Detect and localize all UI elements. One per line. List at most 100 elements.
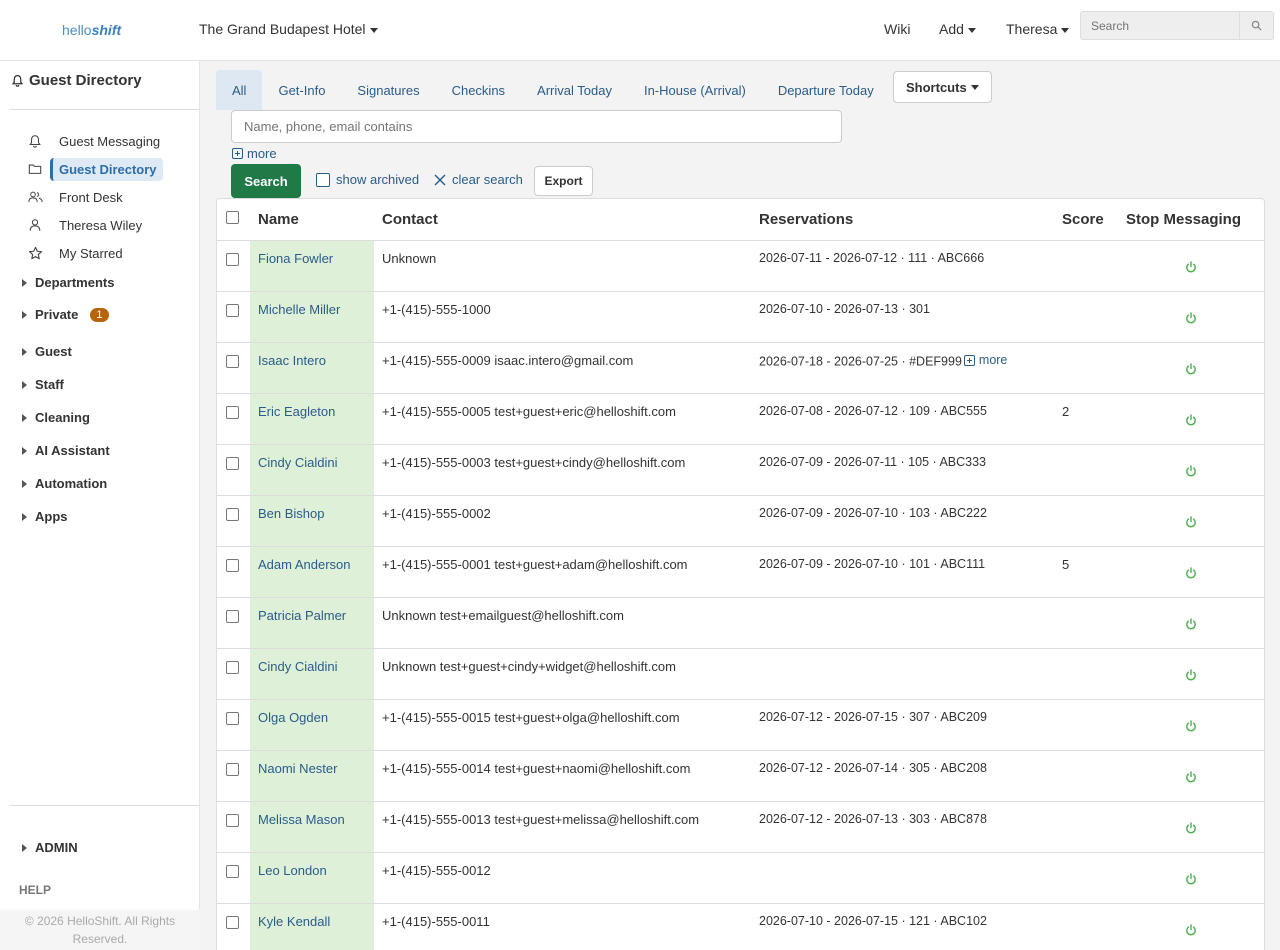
more-filters-link[interactable]: more <box>232 146 277 161</box>
tab-all[interactable]: All <box>216 70 263 110</box>
tab-checkins[interactable]: Checkins <box>436 70 521 110</box>
table-row: Fiona Fowler Unknown 2026-07-11 - 2026-07-… <box>217 241 1264 292</box>
row-checkbox[interactable] <box>226 355 239 368</box>
guest-name-link[interactable]: Leo London <box>258 863 327 878</box>
guest-contact: +1-(415)-555-0005 test+guest+eric@hellos… <box>382 404 676 419</box>
row-checkbox[interactable] <box>226 406 239 419</box>
guest-name-link[interactable]: Eric Eagleton <box>258 404 335 419</box>
clear-search-link[interactable]: clear search <box>434 172 523 187</box>
name-cell-bg <box>250 751 374 801</box>
sidebar-item-guest-directory[interactable]: Guest Directory <box>27 157 163 181</box>
sidebar-group-admin[interactable]: ADMIN <box>22 840 78 855</box>
power-icon[interactable] <box>1185 465 1197 477</box>
column-header-contact[interactable]: Contact <box>382 211 438 228</box>
row-checkbox[interactable] <box>226 304 239 317</box>
select-all-checkbox[interactable] <box>226 211 239 224</box>
users-icon <box>27 191 43 203</box>
sidebar-group-private[interactable]: Private 1 <box>22 307 109 322</box>
name-cell-bg <box>250 292 374 342</box>
show-archived-checkbox[interactable]: show archived <box>316 172 419 187</box>
user-dropdown[interactable]: Theresa <box>1006 21 1070 37</box>
add-dropdown[interactable]: Add <box>939 21 976 37</box>
guest-name-link[interactable]: Patricia Palmer <box>258 608 346 623</box>
sidebar-group-guest[interactable]: Guest <box>22 344 72 359</box>
power-icon[interactable] <box>1185 618 1197 630</box>
guest-name-link[interactable]: Adam Anderson <box>258 557 351 572</box>
guest-name-link[interactable]: Melissa Mason <box>258 812 345 827</box>
power-icon[interactable] <box>1185 669 1197 681</box>
sidebar-item-guest-messaging[interactable]: Guest Messaging <box>27 129 168 153</box>
row-checkbox[interactable] <box>226 610 239 623</box>
row-checkbox[interactable] <box>226 712 239 725</box>
guest-name-link[interactable]: Cindy Cialdini <box>258 659 337 674</box>
sidebar-item-my-starred[interactable]: My Starred <box>27 241 131 265</box>
row-checkbox[interactable] <box>226 763 239 776</box>
reservation-more-link[interactable]: more <box>963 353 1007 367</box>
guest-name-link[interactable]: Naomi Nester <box>258 761 337 776</box>
guest-name-link[interactable]: Fiona Fowler <box>258 251 333 266</box>
logo[interactable]: helloshift <box>62 22 121 38</box>
row-checkbox[interactable] <box>226 916 239 929</box>
power-icon[interactable] <box>1185 414 1197 426</box>
row-checkbox[interactable] <box>226 814 239 827</box>
row-checkbox[interactable] <box>226 508 239 521</box>
power-icon[interactable] <box>1185 261 1197 273</box>
export-button[interactable]: Export <box>534 166 593 196</box>
shortcuts-dropdown[interactable]: Shortcuts <box>893 71 992 103</box>
power-icon[interactable] <box>1185 516 1197 528</box>
power-icon[interactable] <box>1185 720 1197 732</box>
power-icon[interactable] <box>1185 363 1197 375</box>
guest-contact: +1-(415)-555-0013 test+guest+melissa@hel… <box>382 812 700 827</box>
guest-contact: +1-(415)-555-0015 test+guest+olga@hellos… <box>382 710 680 725</box>
column-header-reservations[interactable]: Reservations <box>759 211 853 228</box>
column-header-name[interactable]: Name <box>258 211 299 228</box>
guest-name-link[interactable]: Ben Bishop <box>258 506 325 521</box>
power-icon[interactable] <box>1185 567 1197 579</box>
sidebar-group-apps[interactable]: Apps <box>22 509 68 524</box>
power-icon[interactable] <box>1185 822 1197 834</box>
tab-departure-today[interactable]: Departure Today <box>762 70 890 110</box>
sidebar-item-front-desk[interactable]: Front Desk <box>27 185 131 209</box>
row-checkbox[interactable] <box>226 457 239 470</box>
power-icon[interactable] <box>1185 924 1197 936</box>
user-icon <box>29 219 41 231</box>
row-checkbox[interactable] <box>226 865 239 878</box>
guest-name-link[interactable]: Isaac Intero <box>258 353 326 368</box>
sidebar-group-automation[interactable]: Automation <box>22 476 107 491</box>
guest-name-link[interactable]: Michelle Miller <box>258 302 340 317</box>
hotel-dropdown[interactable]: The Grand Budapest Hotel <box>199 21 378 37</box>
table-row: Cindy Cialdini +1-(415)-555-0003 test+gue… <box>217 445 1264 496</box>
table-row: Adam Anderson +1-(415)-555-0001 test+gues… <box>217 547 1264 598</box>
tab-in-house-arrival[interactable]: In-House (Arrival) <box>628 70 762 110</box>
guest-contact: +1-(415)-555-0014 test+guest+naomi@hello… <box>382 761 691 776</box>
guest-name-link[interactable]: Kyle Kendall <box>258 914 330 929</box>
power-icon[interactable] <box>1185 771 1197 783</box>
power-icon[interactable] <box>1185 312 1197 324</box>
tab-arrival-today[interactable]: Arrival Today <box>521 70 628 110</box>
sidebar-group-cleaning[interactable]: Cleaning <box>22 410 90 425</box>
row-checkbox[interactable] <box>226 661 239 674</box>
help-link[interactable]: HELP <box>19 883 51 897</box>
column-header-score[interactable]: Score <box>1062 211 1104 228</box>
guest-contact: Unknown test+emailguest@helloshift.com <box>382 608 624 623</box>
wiki-link[interactable]: Wiki <box>884 21 910 37</box>
top-bar: helloshift The Grand Budapest Hotel Wiki… <box>0 0 1280 61</box>
tab-get-info[interactable]: Get-Info <box>262 70 341 110</box>
main-content: All Get-Info Signatures Checkins Arrival… <box>200 61 1280 950</box>
column-header-stop-messaging[interactable]: Stop Messaging <box>1126 211 1241 228</box>
guest-name-link[interactable]: Cindy Cialdini <box>258 455 337 470</box>
sidebar-group-departments[interactable]: Departments <box>22 275 114 290</box>
tab-signatures[interactable]: Signatures <box>341 70 435 110</box>
row-checkbox[interactable] <box>226 559 239 572</box>
row-checkbox[interactable] <box>226 253 239 266</box>
guest-name-link[interactable]: Olga Ogden <box>258 710 328 725</box>
sidebar-group-ai-assistant[interactable]: AI Assistant <box>22 443 110 458</box>
search-button[interactable]: Search <box>231 164 301 198</box>
sidebar-group-staff[interactable]: Staff <box>22 377 64 392</box>
sidebar-item-theresa-wiley[interactable]: Theresa Wiley <box>27 213 150 237</box>
guest-search-input[interactable] <box>231 110 842 143</box>
top-search-button[interactable] <box>1240 11 1274 40</box>
guest-contact: +1-(415)-555-0011 <box>382 914 490 929</box>
power-icon[interactable] <box>1185 873 1197 885</box>
top-search-input[interactable] <box>1080 11 1240 40</box>
